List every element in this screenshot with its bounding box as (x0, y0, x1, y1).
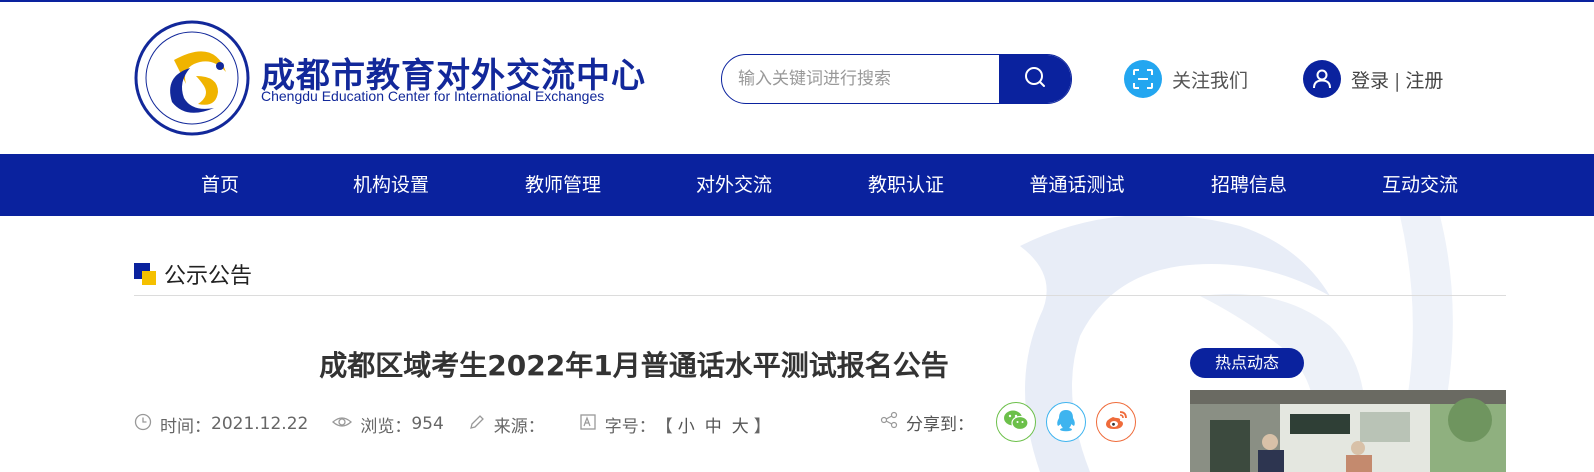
login-link[interactable]: 登录 (1351, 70, 1389, 92)
font-medium-button[interactable]: 中 (705, 412, 722, 437)
search-icon (1023, 65, 1047, 93)
views-label: 浏览： (360, 416, 412, 437)
nav-item-international-exchange[interactable]: 对外交流 (654, 154, 814, 216)
time-value: 2021.12.22 (211, 414, 309, 434)
meta-time: 时间： 2021.12.22 (134, 412, 308, 437)
register-link[interactable]: 注册 (1405, 70, 1443, 92)
nav-item-teacher-certification[interactable]: 教职认证 (826, 154, 986, 216)
user-icon[interactable] (1303, 60, 1341, 98)
share-wechat-button[interactable] (996, 402, 1036, 442)
share-label: 分享到： (906, 414, 974, 435)
font-size-icon (579, 413, 605, 436)
pencil-icon (468, 413, 494, 436)
hot-news-tab[interactable]: 热点动态 (1190, 348, 1304, 378)
search-box (721, 54, 1072, 104)
nav-item-recruitment[interactable]: 招聘信息 (1169, 154, 1329, 216)
weibo-icon (1103, 409, 1129, 435)
font-size-label: 字号： (604, 416, 656, 437)
nav-item-teacher-management[interactable]: 教师管理 (483, 154, 643, 216)
meta-views: 浏览： 954 (332, 412, 444, 437)
follow-us-link[interactable]: 关注我们 (1124, 60, 1248, 98)
meta-font-size: 字号： 【 小 中 大 】 (579, 412, 771, 437)
font-large-button[interactable]: 大 (732, 412, 749, 437)
section-title: 公示公告 (164, 264, 253, 289)
hot-news-image[interactable] (1190, 390, 1506, 472)
site-header: 成都市教育对外交流中心 Chengdu Education Center for… (0, 2, 1594, 154)
logo-emblem-icon[interactable] (134, 20, 250, 136)
bracket-open: 【 (655, 416, 673, 437)
main-nav: 首页 机构设置 教师管理 对外交流 教职认证 普通话测试 招聘信息 互动交流 (0, 154, 1594, 216)
meta-source: 来源： (468, 412, 545, 437)
nav-item-mandarin-test[interactable]: 普通话测试 (997, 154, 1157, 216)
follow-us-label: 关注我们 (1172, 69, 1249, 92)
search-button[interactable] (999, 55, 1071, 103)
time-label: 时间： (160, 416, 211, 437)
share-qq-button[interactable] (1046, 402, 1086, 442)
eye-icon (332, 413, 360, 436)
views-value: 954 (411, 414, 444, 434)
share-weibo-button[interactable] (1096, 402, 1136, 442)
wechat-icon (1003, 409, 1029, 435)
share-bar: 分享到： (880, 402, 1146, 442)
section-divider (134, 295, 1506, 296)
article-meta: 时间： 2021.12.22 浏览： 954 来源： 字号： 【 小 中 大 】 (134, 410, 795, 438)
login-register-links: 登录 | 注册 (1351, 66, 1443, 93)
bracket-close: 】 (753, 416, 771, 437)
section-heading: 公示公告 (134, 258, 252, 290)
font-small-button[interactable]: 小 (678, 412, 695, 437)
logo-english-name[interactable]: Chengdu Education Center for Internation… (261, 88, 604, 104)
share-icon (880, 411, 906, 434)
source-label: 来源： (493, 416, 545, 437)
qq-icon (1055, 408, 1077, 436)
nav-item-organization[interactable]: 机构设置 (311, 154, 471, 216)
scan-qr-icon (1124, 60, 1162, 98)
share-label-group: 分享到： (880, 410, 974, 435)
login-separator: | (1394, 69, 1401, 92)
user-account: 登录 | 注册 (1303, 60, 1443, 98)
article-title: 成都区域考生2022年1月普通话水平测试报名公告 (319, 349, 949, 382)
clock-icon (134, 413, 160, 436)
font-size-options: 【 小 中 大 】 (656, 412, 771, 437)
search-input[interactable] (722, 55, 999, 103)
section-marker-icon (134, 263, 156, 285)
nav-item-interaction[interactable]: 互动交流 (1340, 154, 1500, 216)
nav-item-home[interactable]: 首页 (140, 154, 300, 216)
